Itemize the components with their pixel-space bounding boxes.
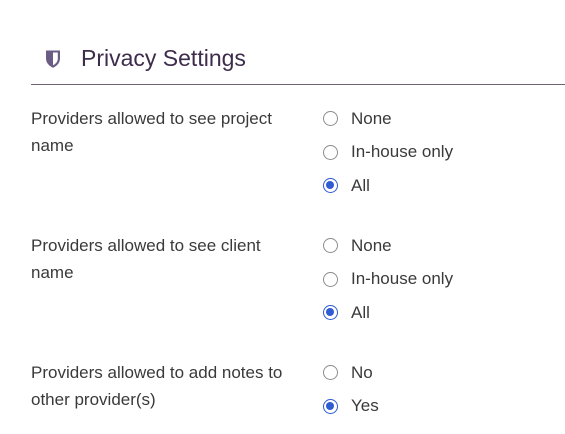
radio-button[interactable] [323,111,338,127]
radio-option-label: In-house only [351,269,454,289]
section-header: Privacy Settings [31,40,565,85]
radio-option-yes[interactable]: Yes [323,390,553,424]
shield-icon [46,50,60,68]
radio-button[interactable] [323,365,338,381]
radio-option-all[interactable]: All [323,169,553,203]
radio-button[interactable] [323,271,338,287]
setting-label: Providers allowed to see project name [31,109,272,155]
radio-option-label: All [351,175,370,195]
page-title: Privacy Settings [81,45,246,71]
radio-option-none[interactable]: None [323,229,553,263]
radio-option-in-house-only[interactable]: In-house only [323,263,553,297]
privacy-settings-panel: Privacy Settings Providers allowed to se… [0,0,565,434]
radio-option-label: None [351,108,392,128]
radio-button[interactable] [323,144,338,160]
setting-label: Providers allowed to add notes to other … [31,363,283,409]
radio-button-selected[interactable] [323,305,338,321]
radio-group-client-name: None In-house only All [323,229,553,330]
radio-button[interactable] [323,238,338,254]
radio-option-label: Yes [351,396,379,416]
radio-button-selected[interactable] [323,398,338,414]
radio-group-add-notes: No Yes [323,356,553,423]
radio-option-label: None [351,235,392,255]
radio-option-none[interactable]: None [323,102,553,136]
radio-option-all[interactable]: All [323,296,553,330]
radio-option-label: In-house only [351,142,454,162]
radio-option-in-house-only[interactable]: In-house only [323,136,553,170]
radio-option-label: No [351,362,373,382]
setting-label: Providers allowed to see client name [31,236,261,282]
radio-option-label: All [351,302,370,322]
radio-option-no[interactable]: No [323,356,553,390]
radio-group-project-name: None In-house only All [323,102,553,203]
radio-button-selected[interactable] [323,178,338,194]
